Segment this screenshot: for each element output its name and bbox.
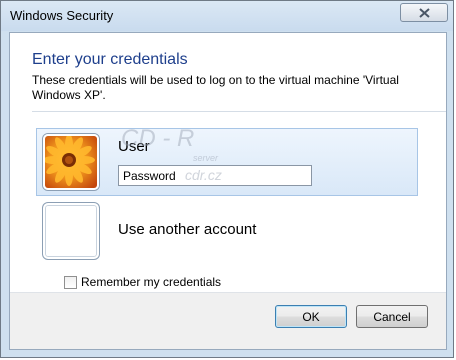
separator	[32, 111, 446, 112]
close-button[interactable]	[400, 3, 448, 22]
dialog-heading: Enter your credentials	[32, 51, 188, 68]
remember-checkbox[interactable]	[64, 276, 77, 289]
use-another-account-label[interactable]: Use another account	[118, 221, 256, 238]
ok-button[interactable]: OK	[275, 305, 347, 328]
password-field[interactable]	[118, 165, 312, 186]
button-bar: OK Cancel	[10, 292, 446, 349]
security-dialog: Windows Security Enter your credentials …	[0, 0, 454, 358]
blank-avatar-icon[interactable]	[43, 203, 99, 259]
dialog-description: These credentials will be used to log on…	[32, 73, 399, 102]
flower-avatar-icon	[43, 134, 99, 190]
remember-label[interactable]: Remember my credentials	[81, 275, 221, 289]
account-name: User	[118, 138, 150, 155]
window-title: Windows Security	[10, 8, 114, 23]
title-bar[interactable]: Windows Security	[1, 1, 453, 31]
dialog-content: Enter your credentials These credentials…	[9, 32, 447, 350]
close-icon	[419, 8, 430, 18]
cancel-button[interactable]: Cancel	[356, 305, 428, 328]
